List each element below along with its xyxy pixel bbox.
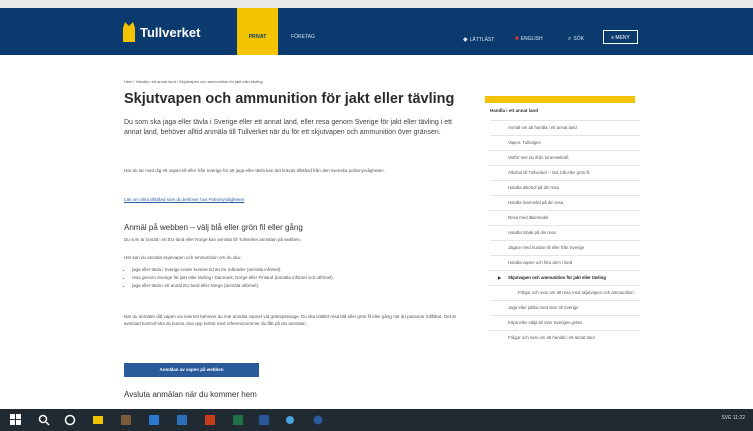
sidebar-nav: Anmäl om att handla i ett annat land Vap… bbox=[490, 120, 640, 345]
sidebar-item[interactable]: Vapen. Tullvagen bbox=[490, 135, 640, 150]
system-tray[interactable]: SVE 11:22 bbox=[721, 415, 745, 421]
store-icon[interactable] bbox=[120, 414, 132, 426]
sidebar-item[interactable]: Alkohol till Tullverket – röd, blå eller… bbox=[490, 165, 640, 180]
easy-read-icon: ◆ bbox=[463, 37, 468, 43]
sidebar-item[interactable]: Frågor och svar om att handla i ett anna… bbox=[490, 330, 640, 345]
english-link[interactable]: ■ ENGLISH bbox=[515, 36, 543, 42]
section-heading-web: Anmäl på webben – välj blå eller grön fi… bbox=[124, 223, 303, 232]
sidebar-item[interactable]: Köpa eller sälja bil över Sveriges gräns bbox=[490, 315, 640, 330]
tullverket-crown-icon[interactable] bbox=[122, 22, 136, 42]
sidebar-item[interactable]: Handla alkohol på din resa bbox=[490, 180, 640, 195]
declare-weapon-button[interactable]: Anmälan av vapen på webben bbox=[124, 363, 259, 377]
powerpoint-icon[interactable] bbox=[204, 414, 216, 426]
uk-flag-icon: ■ bbox=[515, 36, 519, 42]
sidebar-item[interactable]: Handla livsmedel på din resa bbox=[490, 195, 640, 210]
edge-icon[interactable] bbox=[148, 414, 160, 426]
sidebar-item[interactable]: Handla tobak på din resa bbox=[490, 225, 640, 240]
sidebar-item[interactable]: Jaga eller jobba med dem till Sverige bbox=[490, 300, 640, 315]
task-view-icon[interactable] bbox=[64, 414, 76, 426]
sidebar-heading[interactable]: Handla i ett annat land bbox=[490, 108, 538, 113]
list-item: jaga eller tävla i ett annat EU-land ell… bbox=[132, 282, 472, 290]
browser-page: Tullverket PRIVAT FÖRETAG ◆ LÄTTLÄST ■ ENG… bbox=[0, 0, 753, 409]
purpose-paragraph: Här kan du anmäla skjutvapen och ammunit… bbox=[124, 255, 242, 260]
sidebar-item-active[interactable]: Skjutvapen och ammunition för jakt eller… bbox=[490, 270, 640, 285]
breadcrumb[interactable]: Hem / Handla i ett annat land / Skjutvap… bbox=[124, 79, 263, 84]
sidebar-item[interactable]: Varför mer du ifrån tonerstekraft bbox=[490, 150, 640, 165]
windows-start-icon[interactable] bbox=[10, 414, 22, 426]
list-item: resa genom Sverige för jakt eller tävlin… bbox=[132, 274, 472, 282]
easy-read-link[interactable]: ◆ LÄTTLÄST bbox=[463, 36, 494, 43]
tab-privat[interactable]: PRIVAT bbox=[237, 8, 278, 55]
browser-top-strip bbox=[0, 0, 753, 8]
search-link[interactable]: ⌕ SÖK bbox=[568, 36, 584, 43]
sidebar-item[interactable]: Resa med läkemedel bbox=[490, 210, 640, 225]
sidebar-item[interactable]: Anmäl om att handla i ett annat land bbox=[490, 120, 640, 135]
intro-paragraph: Här du tar med dig ett vapen till eller … bbox=[124, 168, 385, 173]
excel-icon[interactable] bbox=[232, 414, 244, 426]
tab-foretag[interactable]: FÖRETAG bbox=[282, 8, 324, 55]
sidebar-item[interactable]: Handla vapen och föra dem i land bbox=[490, 255, 640, 270]
search-icon[interactable] bbox=[38, 414, 50, 426]
page-title: Skjutvapen och ammunition för jakt eller… bbox=[124, 91, 455, 107]
windows-taskbar: SVE 11:22 bbox=[0, 409, 753, 431]
sidebar-subitem[interactable]: Frågor och svar om att resa med skjutvap… bbox=[490, 285, 640, 300]
sidebar-item[interactable]: Jägare med hundar till eller från Sverig… bbox=[490, 240, 640, 255]
sidebar-accent-bar bbox=[485, 96, 635, 103]
site-logo-text[interactable]: Tullverket bbox=[140, 25, 200, 40]
eu-paragraph: Du som är bosatt i ett EU-land eller Nor… bbox=[124, 237, 302, 242]
file-explorer-icon[interactable] bbox=[92, 414, 104, 426]
browser-icon[interactable] bbox=[312, 414, 324, 426]
word-icon[interactable] bbox=[258, 414, 270, 426]
purpose-list: jaga eller tävla i Sverige under kortare… bbox=[124, 266, 472, 290]
outlook-icon[interactable] bbox=[176, 414, 188, 426]
search-icon: ⌕ bbox=[568, 36, 572, 42]
declaration-paragraph: När du anmäler ditt vapen via internet b… bbox=[124, 314, 457, 326]
section-heading-finish: Avsluta anmälan när du kommer hem bbox=[124, 390, 257, 399]
police-permit-link[interactable]: Läs om vilka tillstånd som du behöver ho… bbox=[124, 197, 244, 202]
site-header: Tullverket PRIVAT FÖRETAG ◆ LÄTTLÄST ■ ENG… bbox=[0, 8, 753, 55]
app-icon[interactable] bbox=[284, 414, 296, 426]
lead-paragraph: Du som ska jaga eller tävla i Sverige el… bbox=[124, 119, 452, 136]
list-item: jaga eller tävla i Sverige under kortare… bbox=[132, 266, 472, 274]
menu-button[interactable]: ≡ MENY bbox=[603, 30, 638, 44]
